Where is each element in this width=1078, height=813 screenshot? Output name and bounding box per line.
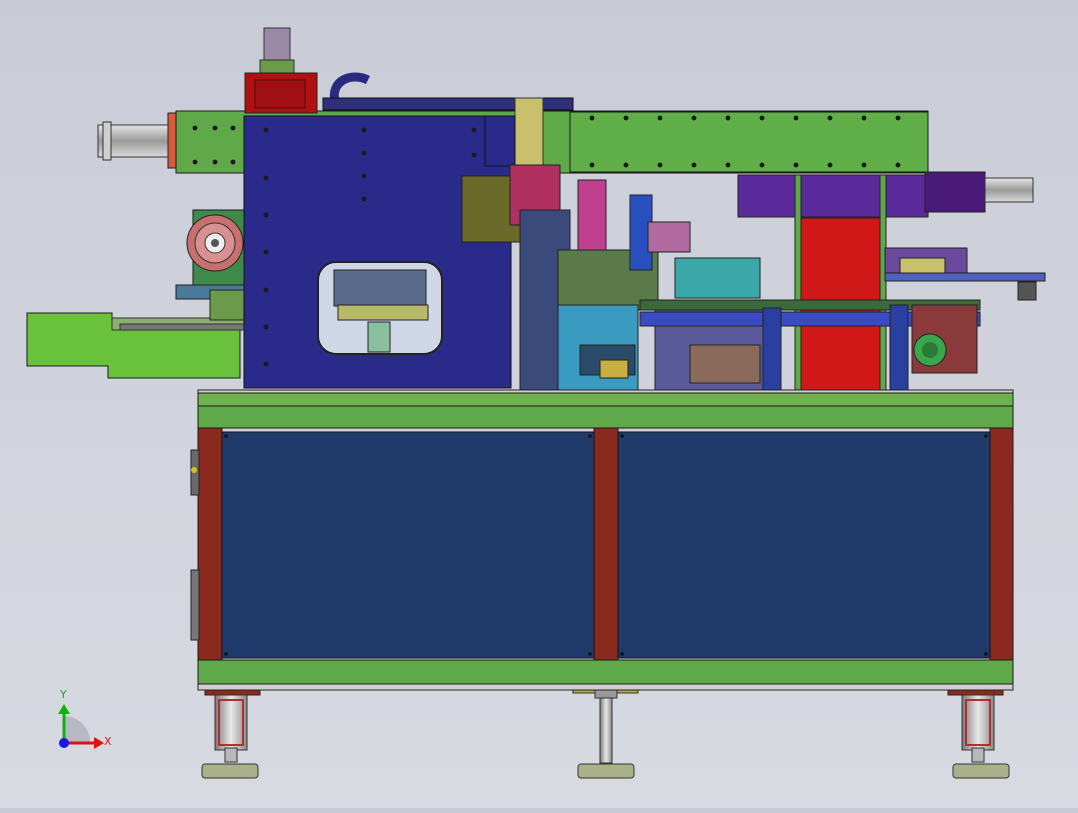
mounting-hole: [212, 125, 218, 131]
mounting-hole: [471, 152, 477, 158]
mounting-hole: [759, 162, 765, 168]
mounting-hole: [861, 162, 867, 168]
mounting-hole: [657, 162, 663, 168]
mounting-hole: [589, 115, 595, 121]
mounting-hole: [589, 162, 595, 168]
x-axis-label: X: [104, 735, 112, 748]
mounting-hole: [623, 162, 629, 168]
mounting-hole: [361, 196, 367, 202]
y-axis-label: Y: [60, 688, 67, 701]
mounting-hole: [212, 159, 218, 165]
leveling-foot-right: [947, 682, 1010, 779]
mounting-hole: [263, 127, 269, 133]
spool-reel: [175, 209, 251, 321]
mounting-hole: [793, 162, 799, 168]
coordinate-triad: [58, 704, 104, 749]
cad-viewport[interactable]: Y X: [0, 0, 1078, 808]
mounting-hole: [691, 115, 697, 121]
mounting-hole: [725, 162, 731, 168]
left-feeder-chute: [26, 312, 251, 379]
mounting-hole: [263, 249, 269, 255]
mounting-hole: [361, 173, 367, 179]
mounting-hole: [263, 175, 269, 181]
mounting-hole: [263, 361, 269, 367]
mounting-hole: [725, 115, 731, 121]
mounting-hole: [827, 162, 833, 168]
lower-cabinet: [190, 389, 1014, 691]
mounting-hole: [263, 324, 269, 330]
mounting-hole: [657, 115, 663, 121]
left-servo-motor: [97, 112, 181, 169]
mounting-hole: [471, 127, 477, 133]
leveling-foot-middle: [572, 682, 639, 779]
mounting-hole: [361, 127, 367, 133]
mounting-hole: [691, 162, 697, 168]
mounting-hole: [861, 115, 867, 121]
mounting-hole: [623, 115, 629, 121]
mounting-hole: [793, 115, 799, 121]
mounting-hole: [759, 115, 765, 121]
mounting-hole: [263, 287, 269, 293]
mounting-hole: [192, 125, 198, 131]
mounting-hole: [895, 162, 901, 168]
mounting-hole: [827, 115, 833, 121]
mounting-hole: [895, 115, 901, 121]
leveling-foot-left: [201, 682, 261, 779]
mounting-hole: [230, 159, 236, 165]
top-red-motor: [244, 27, 318, 114]
mounting-hole: [263, 212, 269, 218]
mounting-hole: [192, 159, 198, 165]
z-axis-marker: [59, 738, 69, 748]
mounting-hole: [361, 150, 367, 156]
machine-assembly-drawing: [26, 27, 1046, 779]
mounting-hole: [230, 125, 236, 131]
